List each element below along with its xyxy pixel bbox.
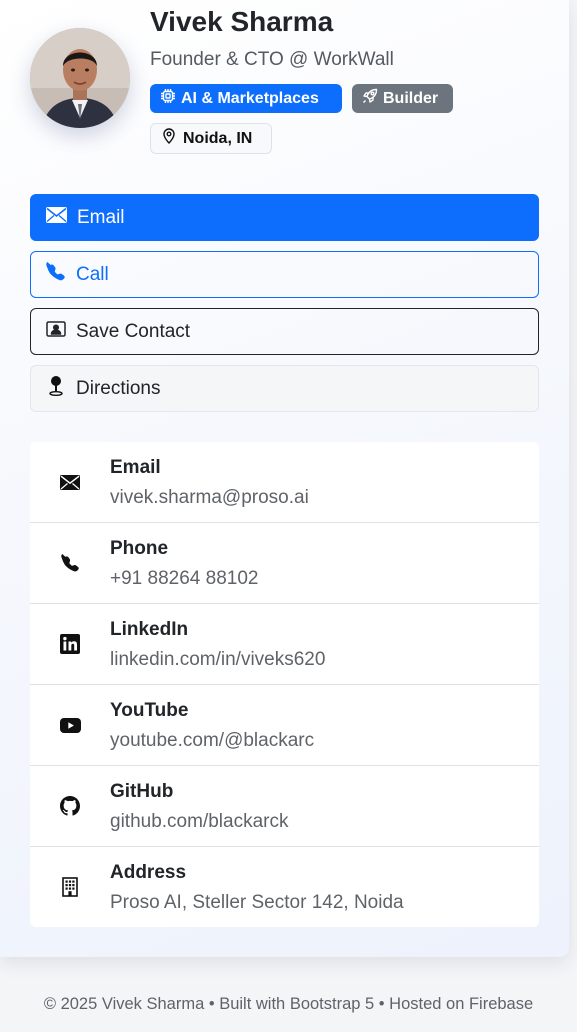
contact-label: YouTube xyxy=(110,700,189,721)
location-label: Noida, IN xyxy=(183,129,253,147)
pin-icon xyxy=(46,375,66,403)
phone-icon xyxy=(46,261,66,288)
call-button-label: Call xyxy=(76,263,109,285)
envelope-icon xyxy=(58,471,82,493)
github-icon xyxy=(58,795,82,817)
profile-subtitle: Founder & CTO @ WorkWall xyxy=(150,49,394,70)
linkedin-icon xyxy=(58,633,82,655)
badge-ai-marketplaces: AI & Marketplaces xyxy=(150,84,342,113)
contact-row-github[interactable]: GitHub github.com/blackarck xyxy=(30,766,539,847)
directions-button[interactable]: Directions xyxy=(30,365,539,412)
contact-label: GitHub xyxy=(110,781,174,802)
contact-row-youtube[interactable]: YouTube youtube.com/@blackarc xyxy=(30,685,539,766)
contact-row-linkedin[interactable]: LinkedIn linkedin.com/in/viveks620 xyxy=(30,604,539,685)
badge-builder: Builder xyxy=(352,84,453,113)
email-button[interactable]: Email xyxy=(30,194,539,241)
contact-value: +91 88264 88102 xyxy=(110,568,259,589)
save-contact-button[interactable]: Save Contact xyxy=(30,308,539,355)
person-vcard-icon xyxy=(46,320,66,343)
contact-label: LinkedIn xyxy=(110,619,189,640)
badge-label: AI & Marketplaces xyxy=(181,89,319,107)
contact-row-address[interactable]: Address Proso AI, Steller Sector 142, No… xyxy=(30,847,539,927)
cpu-icon xyxy=(160,88,176,109)
rocket-icon xyxy=(362,88,378,109)
contact-label: Phone xyxy=(110,538,169,559)
profile-card: Vivek Sharma Founder & CTO @ WorkWall AI… xyxy=(0,0,569,957)
contact-row-email[interactable]: Email vivek.sharma@proso.ai xyxy=(30,442,539,523)
contact-row-phone[interactable]: Phone +91 88264 88102 xyxy=(30,523,539,604)
badge-label: Builder xyxy=(383,89,439,107)
email-button-label: Email xyxy=(77,206,125,228)
contact-value: Proso AI, Steller Sector 142, Noida xyxy=(110,892,404,913)
contact-value: linkedin.com/in/viveks620 xyxy=(110,649,326,670)
location-badge: Noida, IN xyxy=(150,123,272,154)
phone-icon xyxy=(58,552,82,574)
envelope-icon xyxy=(46,206,67,229)
building-icon xyxy=(58,876,82,898)
youtube-icon xyxy=(58,714,82,736)
contact-value: github.com/blackarck xyxy=(110,811,289,832)
geo-pin-icon xyxy=(161,128,177,149)
call-button[interactable]: Call xyxy=(30,251,539,298)
footer-text: © 2025 Vivek Sharma • Built with Bootstr… xyxy=(43,995,534,1013)
contact-label: Email xyxy=(110,457,161,478)
contact-value: youtube.com/@blackarc xyxy=(110,730,315,751)
contact-value: vivek.sharma@proso.ai xyxy=(110,487,309,508)
avatar xyxy=(30,28,130,128)
profile-name: Vivek Sharma xyxy=(150,6,334,37)
contact-label: Address xyxy=(110,862,187,883)
directions-label: Directions xyxy=(76,377,161,399)
contact-list: Email vivek.sharma@proso.ai Phone +91 88… xyxy=(30,442,539,927)
save-contact-label: Save Contact xyxy=(76,320,191,342)
